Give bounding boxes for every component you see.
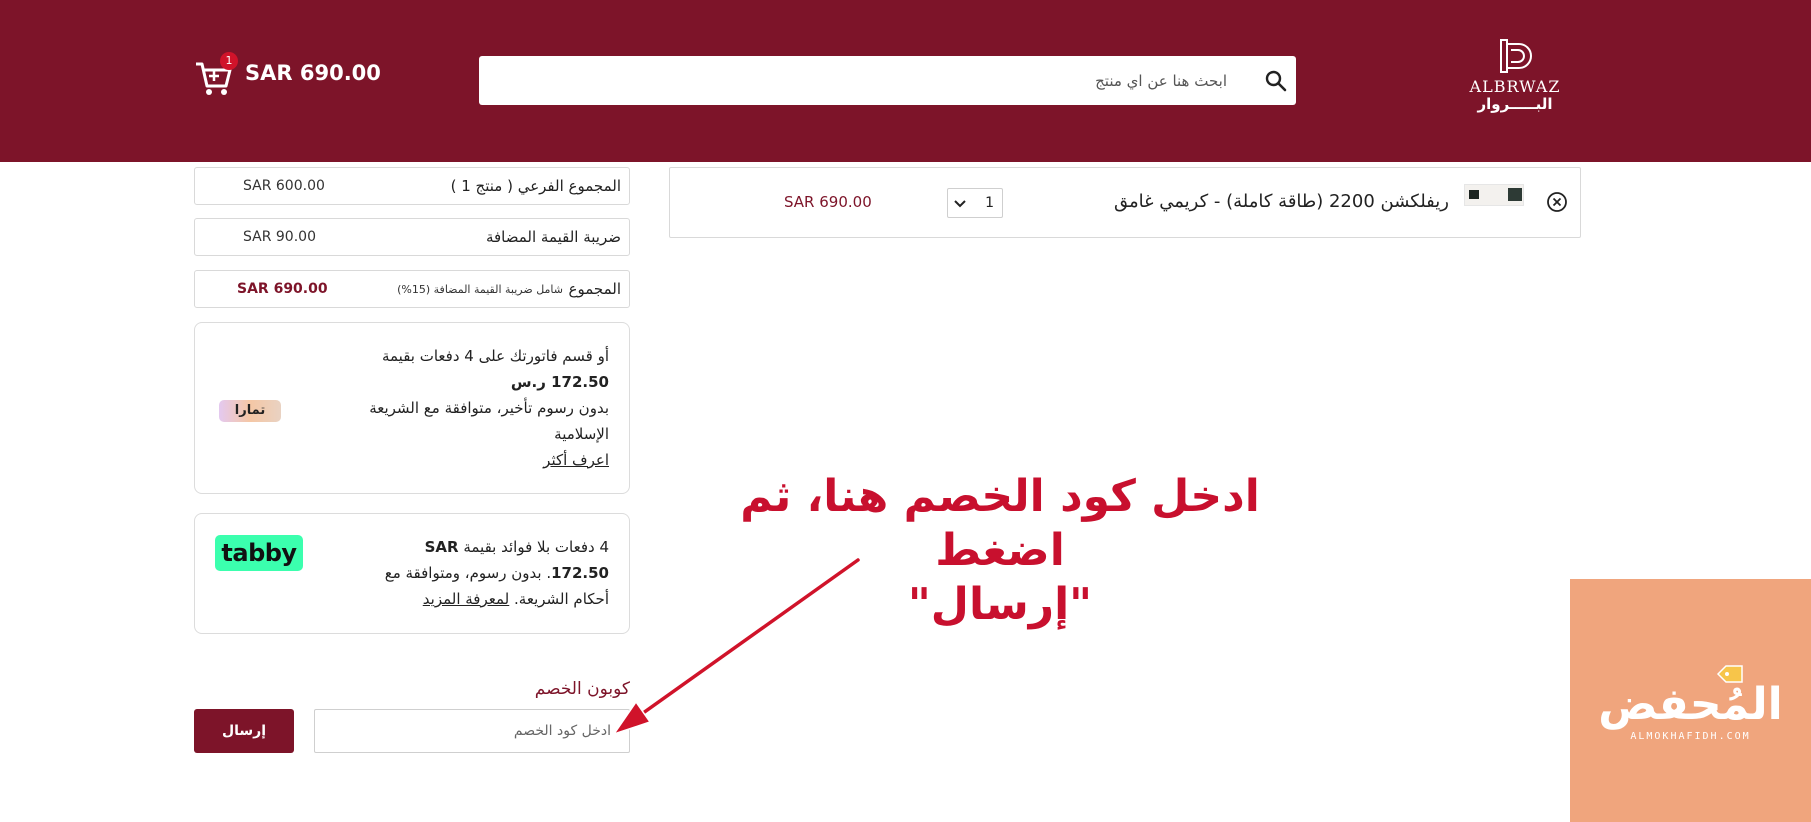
- tamara-amount: 172.50 ر.س: [510, 373, 609, 391]
- total-label: المجموع: [568, 280, 621, 298]
- annotation-arrow-icon: [612, 556, 862, 736]
- tamara-learn-more-link[interactable]: اعرف أكثر: [543, 451, 609, 469]
- tabby-widget: 4 دفعات بلا فوائد بقيمة SAR 172.50. بدون…: [194, 513, 630, 634]
- total-value: SAR 690.00: [237, 281, 328, 297]
- subtotal-value: SAR 600.00: [243, 178, 325, 194]
- cart-product-row: ريفلكشن 2200 (طاقة كاملة) - كريمي غامق 1…: [669, 167, 1581, 238]
- vat-row: ضريبة القيمة المضافة SAR 90.00: [194, 218, 630, 256]
- cart-total[interactable]: SAR 690.00: [245, 61, 381, 85]
- tamara-widget: أو قسم فاتورتك على 4 دفعات بقيمة 172.50 …: [194, 322, 630, 494]
- coupon-input[interactable]: [314, 709, 630, 753]
- tabby-logo: tabby: [215, 535, 303, 571]
- search-icon[interactable]: [1264, 69, 1288, 93]
- watermark-subtext: ALMOKHAFIDH.COM: [1630, 731, 1751, 742]
- vat-label: ضريبة القيمة المضافة: [485, 228, 621, 246]
- chevron-down-icon: [952, 195, 968, 211]
- quantity-select[interactable]: 1: [947, 188, 1003, 218]
- thumbnail-part: [1508, 188, 1522, 201]
- store-logo[interactable]: ALBRWAZ البـــــروار: [1460, 38, 1570, 118]
- search-bar: [479, 56, 1296, 105]
- tabby-line1: 4 دفعات بلا فوائد بقيمة: [463, 538, 609, 556]
- logo-text-ar: البـــــروار: [1477, 95, 1553, 113]
- tamara-line2: بدون رسوم تأخير، متوافقة مع الشريعة الإس…: [369, 399, 609, 443]
- watermark: المُحفض ALMOKHAFIDH.COM: [1570, 579, 1811, 822]
- product-name[interactable]: ريفلكشن 2200 (طاقة كاملة) - كريمي غامق: [1114, 191, 1449, 212]
- quantity-value: 1: [985, 195, 994, 211]
- logo-text-en: ALBRWAZ: [1469, 77, 1561, 96]
- cart-count-badge: 1: [220, 52, 238, 70]
- remove-item-icon[interactable]: [1546, 191, 1568, 213]
- tabby-text: 4 دفعات بلا فوائد بقيمة SAR 172.50. بدون…: [384, 538, 609, 608]
- thumbnail-part: [1469, 190, 1479, 199]
- tamara-text: أو قسم فاتورتك على 4 دفعات بقيمة 172.50 …: [319, 343, 609, 473]
- product-thumbnail[interactable]: [1464, 184, 1524, 206]
- total-row: المجموع شامل ضريبة القيمة المضافة (15%) …: [194, 270, 630, 308]
- total-vat-note: شامل ضريبة القيمة المضافة (15%): [397, 283, 563, 296]
- subtotal-label: المجموع الفرعي ( منتج 1 ): [450, 177, 621, 195]
- tamara-line1: أو قسم فاتورتك على 4 دفعات بقيمة: [381, 347, 609, 365]
- search-input[interactable]: [479, 56, 1239, 105]
- product-price: SAR 690.00: [784, 193, 872, 211]
- vat-value: SAR 90.00: [243, 229, 316, 245]
- tabby-learn-more-link[interactable]: لمعرفة المزيد: [423, 590, 509, 608]
- coupon-submit-button[interactable]: إرسال: [194, 709, 294, 753]
- subtotal-row: المجموع الفرعي ( منتج 1 ) SAR 600.00: [194, 167, 630, 205]
- watermark-text: المُحفض: [1598, 679, 1783, 730]
- logo-mark-icon: [1497, 38, 1533, 74]
- tamara-logo: تمارا: [219, 400, 281, 422]
